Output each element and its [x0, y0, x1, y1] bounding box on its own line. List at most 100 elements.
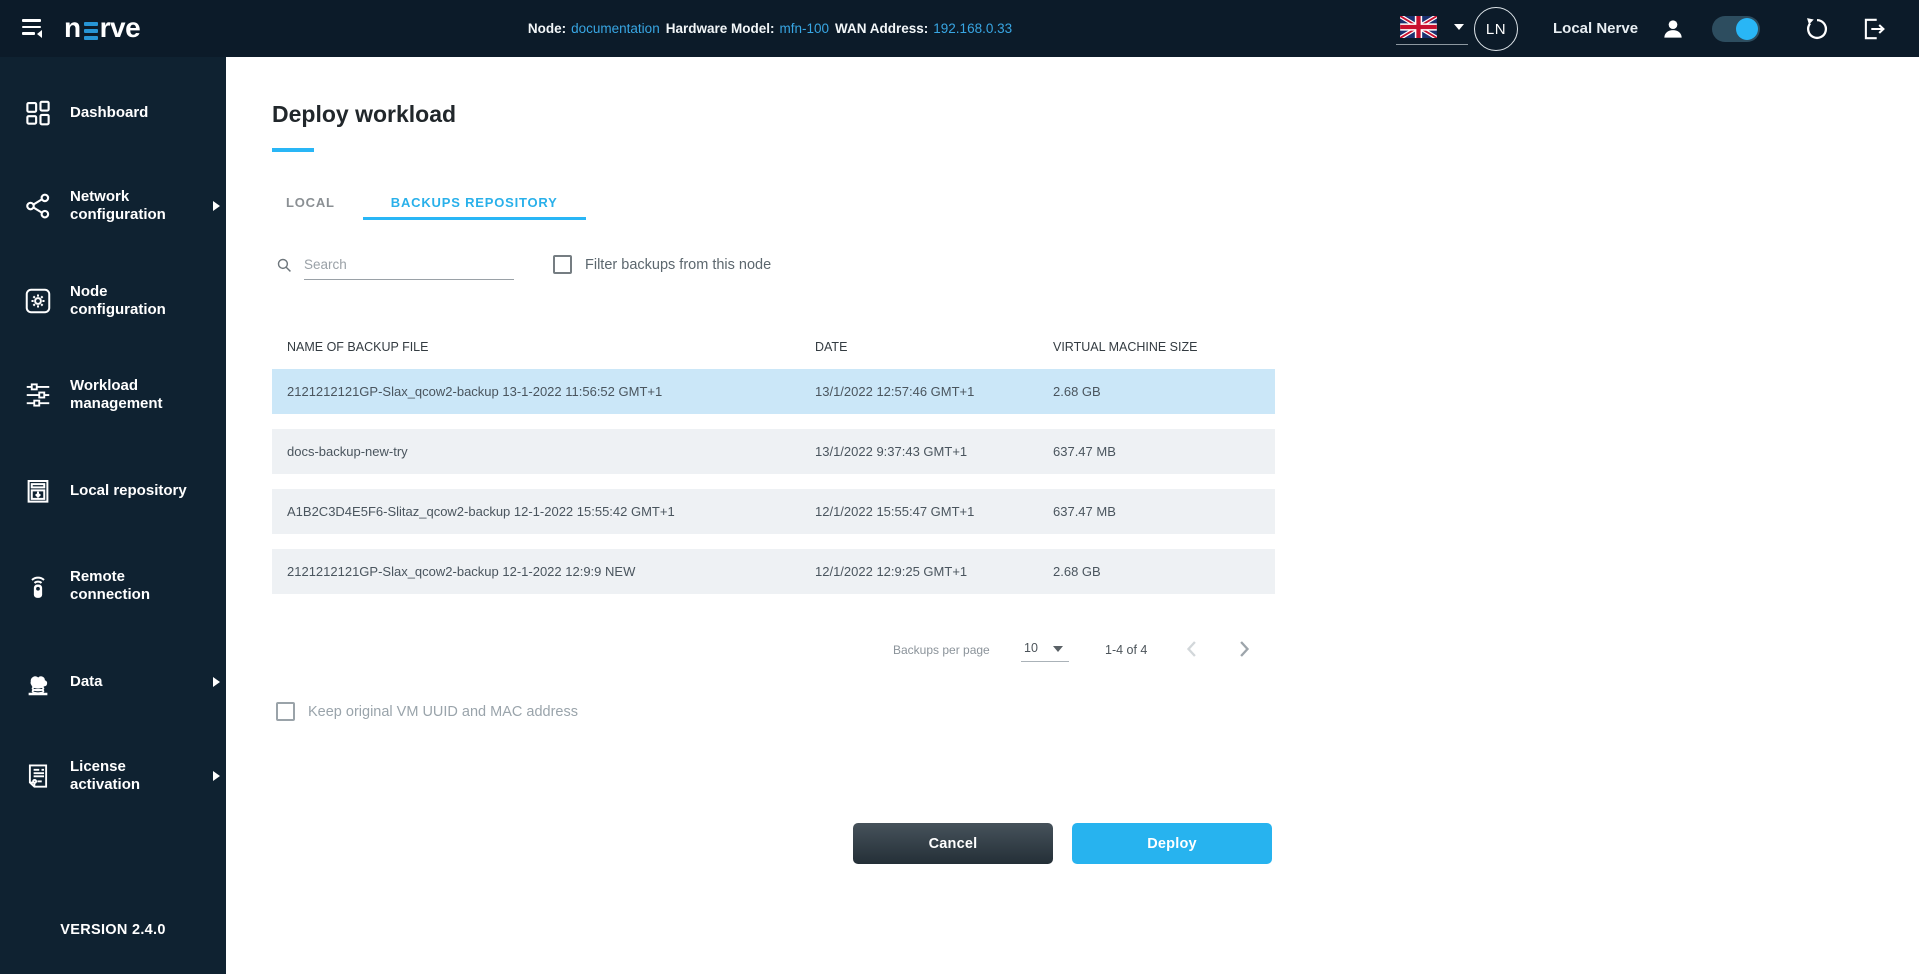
keep-uuid-checkbox[interactable] — [276, 702, 295, 721]
logout-button[interactable] — [1861, 16, 1887, 42]
node-config-icon — [23, 286, 53, 316]
license-icon — [23, 761, 53, 791]
sidebar-item-data[interactable]: Data — [0, 650, 226, 714]
logo-text-rve: rve — [100, 13, 141, 43]
deploy-button[interactable]: Deploy — [1072, 823, 1272, 864]
reload-button[interactable] — [1804, 16, 1830, 42]
chevron-right-icon — [213, 771, 220, 781]
data-icon — [23, 667, 53, 697]
tab-backups-repository[interactable]: BACKUPS REPOSITORY — [363, 187, 586, 220]
table-row[interactable]: A1B2C3D4E5F6-Slitaz_qcow2-backup 12-1-20… — [272, 489, 1275, 534]
logo-e-bars — [84, 22, 98, 41]
cell-backup-size: 637.47 MB — [1053, 444, 1275, 459]
sidebar-item-label: Local repository — [70, 482, 195, 500]
sidebar-item-label: Dashboard — [70, 104, 195, 122]
main-content: Deploy workload LOCAL BACKUPS REPOSITORY… — [226, 57, 1919, 974]
theme-toggle[interactable] — [1712, 16, 1760, 42]
previous-page-button[interactable] — [1178, 635, 1206, 663]
table-row[interactable]: 2121212121GP-Slax_qcow2-backup 12-1-2022… — [272, 549, 1275, 594]
sidebar-item-label: Remote connection — [70, 568, 195, 604]
sidebar-item-local-repository[interactable]: Local repository — [0, 459, 226, 523]
title-underline — [272, 148, 314, 152]
cell-backup-date: 13/1/2022 9:37:43 GMT+1 — [815, 444, 1053, 459]
cell-backup-size: 2.68 GB — [1053, 384, 1275, 399]
page-title: Deploy workload — [272, 101, 456, 128]
sidebar-item-license-activation[interactable]: License activation — [0, 744, 226, 808]
hardware-model-value: mfn-100 — [779, 21, 829, 36]
sidebar-item-label: Network configuration — [70, 188, 195, 224]
sidebar-item-workload-management[interactable]: Workload management — [0, 363, 226, 427]
chevron-right-icon — [213, 677, 220, 687]
person-icon — [1660, 16, 1686, 42]
sidebar-item-label: Node configuration — [70, 283, 195, 319]
user-profile-button[interactable] — [1660, 16, 1686, 42]
search-icon — [275, 256, 294, 275]
logout-icon — [1861, 16, 1887, 42]
cell-backup-name: 2121212121GP-Slax_qcow2-backup 13-1-2022… — [272, 384, 815, 399]
sidebar-item-label: License activation — [70, 758, 195, 794]
tab-local[interactable]: LOCAL — [258, 187, 363, 220]
nerve-logo: n rve — [64, 12, 140, 44]
chevron-right-icon — [213, 201, 220, 211]
node-label: Node: — [528, 21, 566, 36]
toggle-knob — [1736, 18, 1758, 40]
cell-backup-date: 13/1/2022 12:57:46 GMT+1 — [815, 384, 1053, 399]
filter-backups-row: Filter backups from this node — [553, 255, 771, 274]
next-page-button[interactable] — [1230, 635, 1258, 663]
sidebar-item-label: Data — [70, 673, 195, 691]
table-header-row: NAME OF BACKUP FILE DATE VIRTUAL MACHINE… — [272, 332, 1275, 362]
network-icon — [23, 191, 53, 221]
cancel-button[interactable]: Cancel — [853, 823, 1053, 864]
version-label: VERSION 2.4.0 — [0, 922, 226, 938]
logo-text-n: n — [64, 13, 81, 43]
column-header-date: DATE — [815, 340, 1053, 354]
refresh-icon — [1804, 16, 1830, 42]
chevron-down-icon — [1454, 24, 1464, 30]
node-info-bar: Node: documentation Hardware Model: mfn-… — [528, 0, 1012, 57]
cell-backup-date: 12/1/2022 15:55:47 GMT+1 — [815, 504, 1053, 519]
column-header-name: NAME OF BACKUP FILE — [272, 340, 815, 354]
remote-icon — [23, 571, 53, 601]
cell-backup-date: 12/1/2022 12:9:25 GMT+1 — [815, 564, 1053, 579]
avatar[interactable]: LN — [1474, 7, 1518, 51]
table-row[interactable]: 2121212121GP-Slax_qcow2-backup 13-1-2022… — [272, 369, 1275, 414]
filter-backups-label: Filter backups from this node — [585, 257, 771, 273]
column-header-size: VIRTUAL MACHINE SIZE — [1053, 340, 1275, 354]
cell-backup-name: docs-backup-new-try — [272, 444, 815, 459]
per-page-value: 10 — [1024, 641, 1038, 655]
filter-backups-checkbox[interactable] — [553, 255, 572, 274]
avatar-initials: LN — [1486, 21, 1506, 38]
sidebar-item-node-configuration[interactable]: Node configuration — [0, 269, 226, 333]
dashboard-icon — [23, 98, 53, 128]
cell-backup-size: 637.47 MB — [1053, 504, 1275, 519]
cell-backup-name: A1B2C3D4E5F6-Slitaz_qcow2-backup 12-1-20… — [272, 504, 815, 519]
menu-collapse-icon[interactable] — [22, 17, 52, 41]
per-page-select[interactable]: 10 — [1021, 635, 1069, 662]
sidebar-item-label: Workload management — [70, 377, 195, 413]
node-value: documentation — [571, 21, 660, 36]
chevron-left-icon — [1178, 635, 1206, 663]
repository-icon — [23, 476, 53, 506]
keep-uuid-row: Keep original VM UUID and MAC address — [276, 702, 578, 721]
pagination-range: 1-4 of 4 — [1105, 643, 1147, 657]
hardware-model-label: Hardware Model: — [666, 21, 775, 36]
cell-backup-size: 2.68 GB — [1053, 564, 1275, 579]
sidebar-item-remote-connection[interactable]: Remote connection — [0, 554, 226, 618]
wan-address-value: 192.168.0.33 — [933, 21, 1012, 36]
topbar: n rve Node: documentation Hardware Model… — [0, 0, 1919, 57]
keep-uuid-label: Keep original VM UUID and MAC address — [308, 704, 578, 720]
sidebar: Dashboard Network configuration Node con… — [0, 57, 226, 974]
cell-backup-name: 2121212121GP-Slax_qcow2-backup 12-1-2022… — [272, 564, 815, 579]
backups-per-page-label: Backups per page — [893, 643, 990, 657]
uk-flag-icon — [1400, 16, 1437, 38]
tab-bar: LOCAL BACKUPS REPOSITORY — [258, 187, 586, 220]
workload-icon — [23, 380, 53, 410]
search-input[interactable] — [304, 249, 514, 280]
backups-table: NAME OF BACKUP FILE DATE VIRTUAL MACHINE… — [272, 332, 1275, 594]
table-row[interactable]: docs-backup-new-try 13/1/2022 9:37:43 GM… — [272, 429, 1275, 474]
language-select[interactable] — [1396, 12, 1468, 45]
sidebar-item-dashboard[interactable]: Dashboard — [0, 81, 226, 145]
chevron-down-icon — [1053, 646, 1063, 652]
chevron-right-icon — [1230, 635, 1258, 663]
sidebar-item-network-configuration[interactable]: Network configuration — [0, 174, 226, 238]
